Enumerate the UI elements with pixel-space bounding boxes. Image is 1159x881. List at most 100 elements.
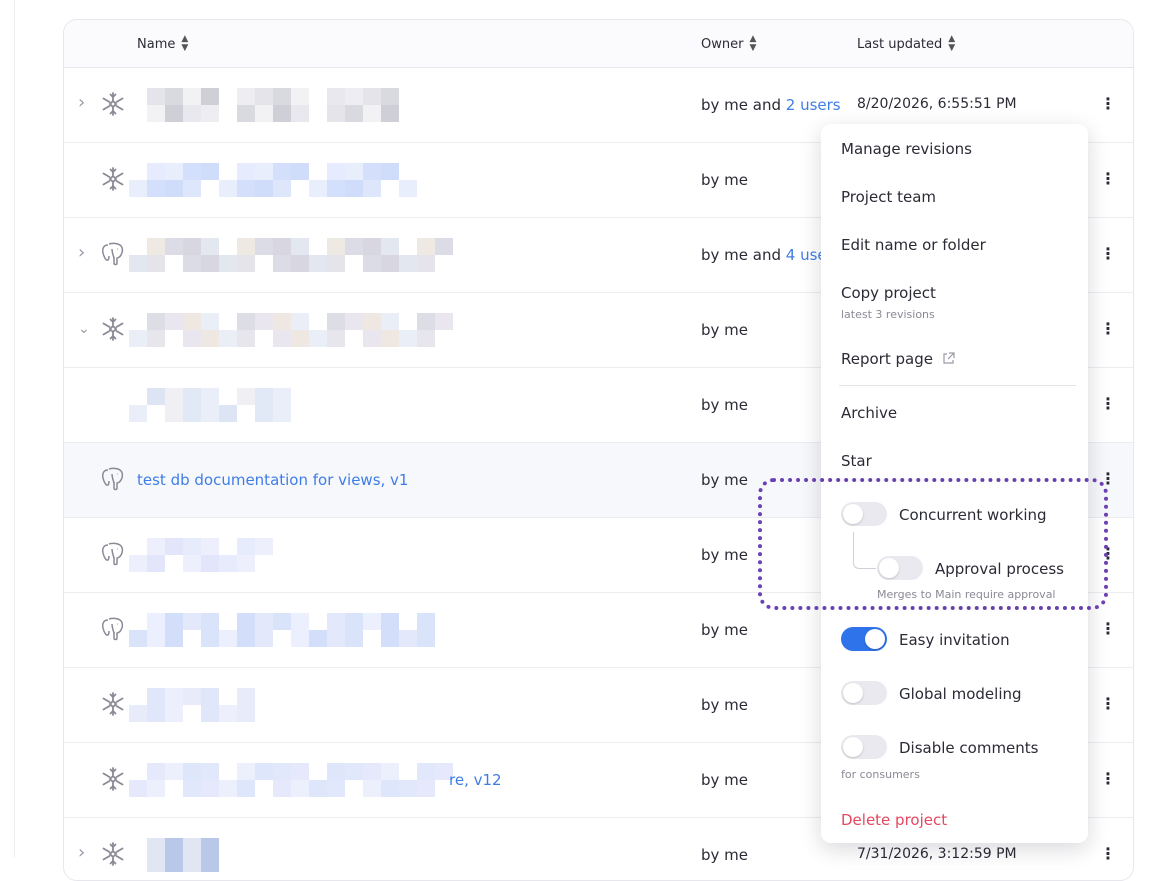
owner-cell: by me bbox=[701, 696, 748, 714]
sort-icon: ▲ ▼ bbox=[749, 34, 757, 53]
snowflake-icon bbox=[99, 765, 127, 793]
more-options-icon[interactable]: ⋮ bbox=[1100, 244, 1116, 263]
postgres-elephant-icon bbox=[99, 540, 127, 568]
chevron-right-icon[interactable]: › bbox=[78, 842, 85, 863]
snowflake-icon bbox=[99, 690, 127, 718]
more-options-icon[interactable]: ⋮ bbox=[1100, 544, 1116, 563]
name-header-label: Name bbox=[137, 36, 176, 52]
project-team-item[interactable]: Project team bbox=[841, 188, 936, 206]
owner-header-label: Owner bbox=[701, 36, 744, 52]
chevron-right-icon[interactable]: › bbox=[78, 242, 85, 263]
owner-text: by me bbox=[701, 396, 749, 414]
more-options-icon[interactable]: ⋮ bbox=[1100, 469, 1116, 488]
snowflake-icon bbox=[99, 840, 127, 868]
delete-project-item[interactable]: Delete project bbox=[841, 811, 947, 829]
snowflake-icon bbox=[99, 90, 127, 118]
shared-users-link[interactable]: 2 users bbox=[786, 96, 841, 114]
approval-process-label: Approval process bbox=[935, 560, 1064, 578]
postgres-elephant-icon bbox=[99, 465, 127, 493]
owner-text: by me bbox=[701, 546, 749, 564]
name-column-header[interactable]: Name ▲ ▼ bbox=[137, 35, 188, 53]
copy-project-item[interactable]: Copy project bbox=[841, 284, 936, 302]
more-options-icon[interactable]: ⋮ bbox=[1100, 844, 1116, 863]
snowflake-icon bbox=[99, 165, 127, 193]
toggle-knob bbox=[865, 629, 885, 649]
owner-column-header[interactable]: Owner ▲ ▼ bbox=[701, 35, 756, 53]
chevron-right-icon[interactable]: › bbox=[78, 92, 85, 113]
last-updated-column-header[interactable]: Last updated ▲ ▼ bbox=[857, 35, 955, 53]
redacted-name bbox=[129, 313, 453, 347]
disable-comments-label: Disable comments bbox=[899, 739, 1039, 757]
toggle-knob bbox=[879, 558, 899, 578]
page-left-divider bbox=[14, 0, 15, 857]
redacted-name bbox=[129, 88, 399, 122]
disable-comments-subtext: for consumers bbox=[841, 768, 920, 781]
more-options-icon[interactable]: ⋮ bbox=[1100, 619, 1116, 638]
more-options-icon[interactable]: ⋮ bbox=[1100, 694, 1116, 713]
more-options-icon[interactable]: ⋮ bbox=[1100, 394, 1116, 413]
more-options-icon[interactable]: ⋮ bbox=[1100, 769, 1116, 788]
external-link-icon bbox=[943, 352, 955, 364]
archive-item[interactable]: Archive bbox=[841, 404, 897, 422]
owner-text: by me bbox=[701, 621, 749, 639]
redacted-name bbox=[129, 163, 417, 197]
toggle-knob bbox=[843, 737, 863, 757]
redacted-name bbox=[129, 238, 453, 272]
last-updated-cell: 8/20/2026, 6:55:51 PM bbox=[857, 96, 1017, 112]
more-options-icon[interactable]: ⋮ bbox=[1100, 94, 1116, 113]
report-page-item[interactable]: Report page bbox=[841, 350, 955, 368]
owner-text: by me bbox=[701, 321, 749, 339]
owner-cell: by me bbox=[701, 396, 748, 414]
approval-process-subtext: Merges to Main require approval bbox=[877, 588, 1056, 601]
star-item[interactable]: Star bbox=[841, 452, 872, 470]
concurrent-working-toggle[interactable] bbox=[841, 502, 887, 526]
owner-cell: by me bbox=[701, 846, 748, 864]
owner-cell: by me and 2 users bbox=[701, 96, 841, 114]
concurrent-working-label: Concurrent working bbox=[899, 506, 1047, 524]
project-context-menu: Manage revisions Project team Edit name … bbox=[821, 124, 1088, 843]
copy-project-subtext: latest 3 revisions bbox=[841, 308, 935, 321]
owner-text: by me bbox=[701, 846, 749, 864]
global-modeling-toggle[interactable] bbox=[841, 681, 887, 705]
more-options-icon[interactable]: ⋮ bbox=[1100, 169, 1116, 188]
project-name-link[interactable]: re, v12 bbox=[449, 771, 502, 789]
project-name-link[interactable]: test db documentation for views, v1 bbox=[137, 471, 408, 489]
approval-process-toggle[interactable] bbox=[877, 556, 923, 580]
owner-cell: by me bbox=[701, 546, 748, 564]
owner-cell: by me and 4 use bbox=[701, 246, 827, 264]
redacted-name bbox=[129, 538, 273, 572]
global-modeling-label: Global modeling bbox=[899, 685, 1022, 703]
owner-text: by me and bbox=[701, 96, 786, 114]
last-updated-cell: 7/31/2026, 3:12:59 PM bbox=[857, 846, 1017, 862]
last-updated-header-label: Last updated bbox=[857, 36, 943, 52]
owner-cell: by me bbox=[701, 771, 748, 789]
owner-cell: by me bbox=[701, 321, 748, 339]
edit-name-or-folder-item[interactable]: Edit name or folder bbox=[841, 236, 986, 254]
redacted-name bbox=[129, 613, 435, 647]
owner-cell: by me bbox=[701, 471, 748, 489]
report-page-label: Report page bbox=[841, 350, 933, 368]
owner-cell: by me bbox=[701, 621, 748, 639]
chevron-down-icon[interactable]: ⌄ bbox=[78, 321, 90, 337]
sort-icon: ▲ ▼ bbox=[181, 34, 189, 53]
easy-invitation-toggle[interactable] bbox=[841, 627, 887, 651]
redacted-name bbox=[129, 838, 219, 872]
owner-cell: by me bbox=[701, 171, 748, 189]
disable-comments-toggle[interactable] bbox=[841, 735, 887, 759]
owner-text: by me and bbox=[701, 246, 786, 264]
toggle-knob bbox=[843, 504, 863, 524]
owner-text: by me bbox=[701, 471, 749, 489]
sort-icon: ▲ ▼ bbox=[948, 34, 956, 53]
redacted-name bbox=[129, 688, 255, 722]
manage-revisions-item[interactable]: Manage revisions bbox=[841, 140, 972, 158]
more-options-icon[interactable]: ⋮ bbox=[1100, 319, 1116, 338]
tree-connector bbox=[853, 532, 876, 569]
snowflake-icon bbox=[99, 315, 127, 343]
redacted-name bbox=[129, 388, 291, 422]
table-header: Name ▲ ▼ Owner ▲ ▼ Last updated ▲ ▼ bbox=[64, 20, 1133, 68]
menu-divider bbox=[839, 385, 1076, 386]
owner-text: by me bbox=[701, 171, 749, 189]
redacted-name bbox=[129, 763, 453, 797]
owner-text: by me bbox=[701, 771, 749, 789]
postgres-elephant-icon bbox=[99, 240, 127, 268]
